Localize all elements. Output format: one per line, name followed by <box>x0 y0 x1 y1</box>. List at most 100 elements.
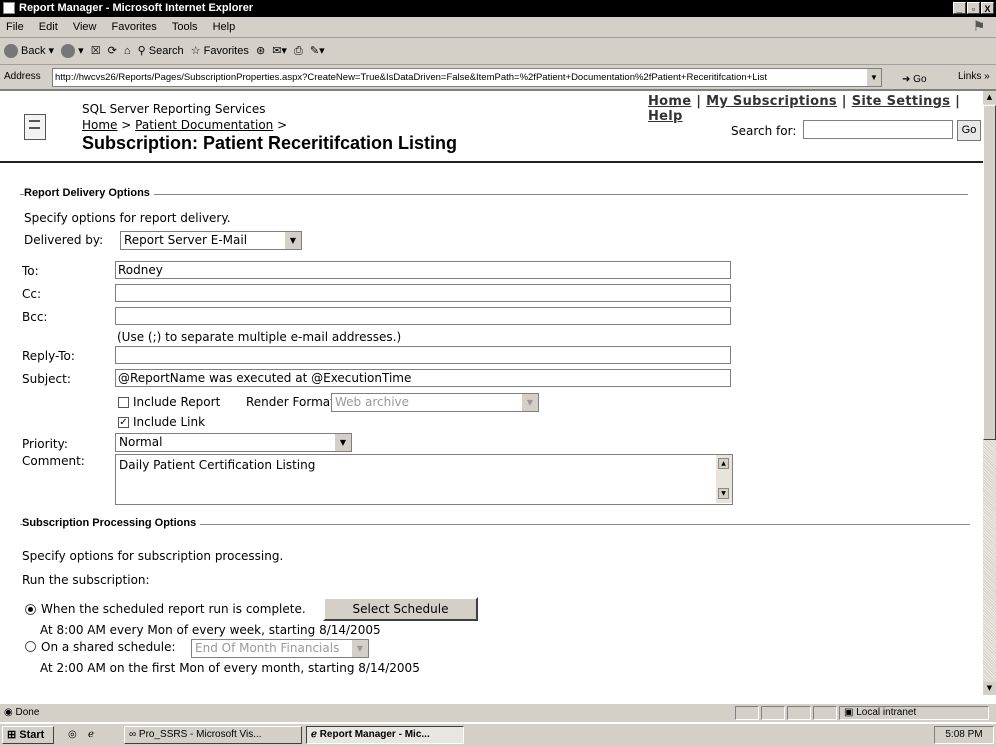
history-button[interactable]: ⊛ <box>256 38 265 64</box>
print-button[interactable]: ⎙ <box>294 38 303 64</box>
bcc-field[interactable] <box>115 307 731 325</box>
status-cell <box>735 706 759 720</box>
start-button[interactable]: ⊞ Start <box>2 726 54 744</box>
address-dropdown-icon[interactable]: ▼ <box>867 69 881 86</box>
page-title: Subscription: Patient Receritifcation Li… <box>82 133 458 153</box>
comment-textarea[interactable]: Daily Patient Certification Listing ▲ ▼ <box>115 454 733 505</box>
address-url: http://hwcvs26/Reports/Pages/Subscriptio… <box>55 72 767 83</box>
breadcrumb: Home > Patient Documentation > <box>82 118 287 132</box>
breadcrumb-folder[interactable]: Patient Documentation <box>135 118 273 132</box>
back-label: Back <box>21 45 46 57</box>
magnifier-icon: ⚲ <box>137 45 146 57</box>
scroll-down-icon[interactable]: ▼ <box>983 682 996 695</box>
minimize-button[interactable]: _ <box>953 2 966 14</box>
windows-flag-icon: ⚑ <box>972 19 986 35</box>
link-site-settings[interactable]: Site Settings <box>852 94 951 109</box>
window-title-bar: Report Manager - Microsoft Internet Expl… <box>0 0 996 17</box>
cc-label: Cc: <box>22 287 42 301</box>
links-button[interactable]: Links » <box>958 65 990 89</box>
delivered-by-label: Delivered by: <box>24 233 104 247</box>
ie-quicklaunch-icon[interactable]: ℯ <box>88 725 94 745</box>
address-bar: Address http://hwcvs26/Reports/Pages/Sub… <box>0 65 996 91</box>
restore-button[interactable]: ▫ <box>967 2 980 14</box>
site-name: SQL Server Reporting Services <box>82 102 266 116</box>
scheduled-run-radio[interactable] <box>25 604 36 615</box>
chevron-down-icon: ▼ <box>334 434 351 451</box>
menu-file[interactable]: File <box>6 21 24 33</box>
taskbar-item-visual-studio[interactable]: ∞ Pro_SSRS - Microsoft Vis... <box>124 726 302 744</box>
shared-schedule-label: On a shared schedule: <box>41 640 176 654</box>
back-button[interactable]: Back ▾ <box>4 38 54 64</box>
favorites-label: Favorites <box>203 45 249 57</box>
refresh-button[interactable]: ⟳ <box>108 38 117 64</box>
edit-button[interactable]: ✎▾ <box>310 38 325 64</box>
subject-field[interactable]: @ReportName was executed at @ExecutionTi… <box>115 369 731 387</box>
reply-to-field[interactable] <box>115 346 731 364</box>
menu-view[interactable]: View <box>73 21 97 33</box>
render-format-label: Render Format: <box>246 395 339 409</box>
report-icon <box>24 114 46 140</box>
chevron-down-icon: ▼ <box>284 232 301 249</box>
shared-schedule-radio[interactable] <box>25 641 36 652</box>
run-subscription-label: Run the subscription: <box>22 573 150 587</box>
menu-tools[interactable]: Tools <box>172 21 198 33</box>
search-go-button[interactable]: Go <box>957 120 981 141</box>
page-status-icon: ◉ <box>4 707 13 718</box>
select-schedule-button[interactable]: Select Schedule <box>323 597 478 621</box>
window-controls: _ ▫ X <box>953 2 994 14</box>
menu-bar: File Edit View Favorites Tools Help <box>0 17 996 38</box>
links-label: Links <box>958 71 982 82</box>
menu-favorites[interactable]: Favorites <box>112 21 157 33</box>
schedule-detail: At 8:00 AM every Mon of every week, star… <box>40 623 381 637</box>
comment-scrollbar[interactable]: ▲ ▼ <box>716 455 732 503</box>
star-icon: ☆ <box>190 45 201 57</box>
task1-label: Pro_SSRS - Microsoft Vis... <box>138 729 262 740</box>
link-my-subscriptions[interactable]: My Subscriptions <box>706 94 837 109</box>
taskbar-item-report-manager[interactable]: ℯ Report Manager - Mic... <box>306 726 464 744</box>
scroll-down-icon[interactable]: ▼ <box>718 488 729 499</box>
include-report-checkbox[interactable] <box>118 397 129 408</box>
start-label: Start <box>19 729 45 741</box>
address-input[interactable]: http://hwcvs26/Reports/Pages/Subscriptio… <box>52 68 882 87</box>
search-input[interactable] <box>803 120 953 139</box>
windows-logo-icon: ⊞ <box>7 729 17 741</box>
shared-schedule-value: End Of Month Financials <box>195 641 340 655</box>
mail-button[interactable]: ✉▾ <box>272 38 287 64</box>
cc-field[interactable] <box>115 284 731 302</box>
page-scrollbar[interactable]: ▲ ▼ <box>983 91 996 695</box>
stop-button[interactable]: ☒ <box>91 38 101 64</box>
favorites-button[interactable]: ☆ Favorites <box>191 38 249 64</box>
scroll-up-icon[interactable]: ▲ <box>718 458 729 469</box>
status-cell <box>761 706 785 720</box>
link-separator: | <box>696 94 702 109</box>
link-help[interactable]: Help <box>648 109 683 124</box>
priority-label: Priority: <box>22 437 68 451</box>
taskbar: ⊞ Start ◎ ℯ ∞ Pro_SSRS - Microsoft Vis..… <box>0 723 996 746</box>
scroll-up-icon[interactable]: ▲ <box>983 91 996 104</box>
scrollbar-thumb[interactable] <box>983 105 996 440</box>
visual-studio-icon: ∞ <box>129 729 137 740</box>
menu-edit[interactable]: Edit <box>39 21 58 33</box>
home-button[interactable]: ⌂ <box>124 38 131 64</box>
chevron-down-icon: ▼ <box>521 394 538 411</box>
clock: 5:08 PM <box>934 726 994 744</box>
shared-schedule-select[interactable]: End Of Month Financials ▼ <box>191 639 369 658</box>
render-format-select[interactable]: Web archive ▼ <box>331 393 539 412</box>
close-button[interactable]: X <box>981 2 994 14</box>
delivered-by-select[interactable]: Report Server E-Mail ▼ <box>120 231 302 250</box>
link-home[interactable]: Home <box>648 94 691 109</box>
menu-help[interactable]: Help <box>213 21 236 33</box>
to-field[interactable]: Rodney <box>115 261 731 279</box>
breadcrumb-home[interactable]: Home <box>82 118 117 132</box>
processing-description: Specify options for subscription process… <box>22 549 284 563</box>
forward-button[interactable]: ▾ <box>61 38 84 64</box>
address-go-button[interactable]: ➜ Go <box>902 68 927 92</box>
to-label: To: <box>22 264 39 278</box>
breadcrumb-separator: > <box>121 118 132 132</box>
priority-select[interactable]: Normal ▼ <box>115 433 352 452</box>
email-separator-hint: (Use (;) to separate multiple e-mail add… <box>117 330 402 344</box>
include-link-checkbox[interactable]: ✓ <box>118 417 129 428</box>
search-button[interactable]: ⚲ Search <box>138 38 184 64</box>
status-cell <box>787 706 811 720</box>
quicklaunch-icon[interactable]: ◎ <box>68 725 77 745</box>
